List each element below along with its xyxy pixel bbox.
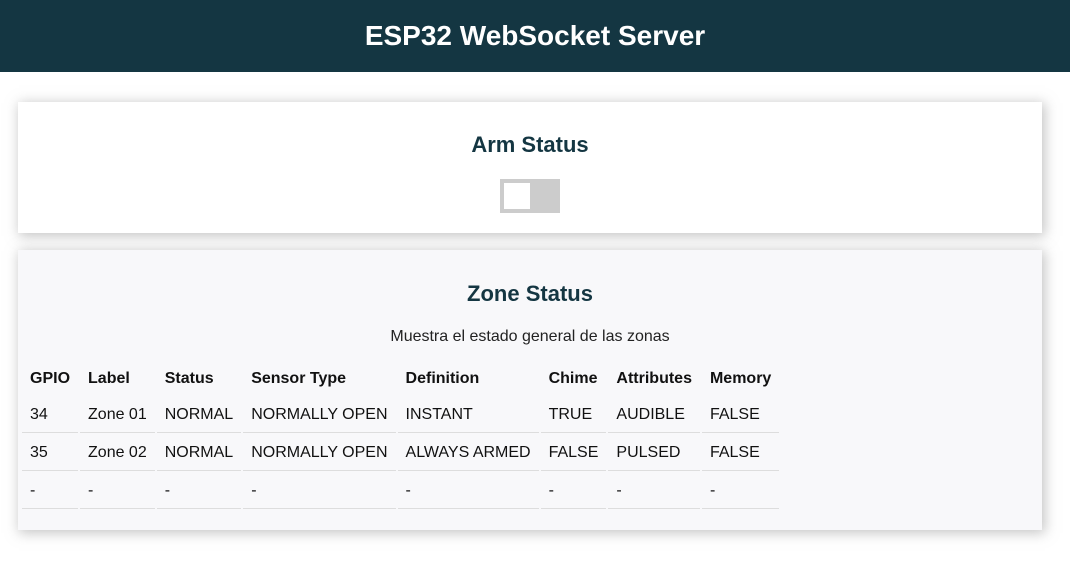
column-header: GPIO xyxy=(30,369,71,387)
table-cell: - xyxy=(156,473,242,509)
toggle-knob xyxy=(504,183,530,209)
column-header: Definition xyxy=(405,369,480,387)
table-cell: NORMAL xyxy=(156,435,242,471)
table-cell: NORMALLY OPEN xyxy=(243,435,396,471)
column-header: Status xyxy=(164,369,214,387)
table-cell: - xyxy=(701,473,780,509)
column-header: Attributes xyxy=(616,369,692,387)
page-title: ESP32 WebSocket Server xyxy=(364,20,706,51)
table-cell: - xyxy=(608,473,700,509)
arm-status-title: Arm Status xyxy=(471,132,589,157)
zone-table: GPIO Label Status Sensor Type Definition… xyxy=(20,360,781,511)
table-cell: NORMAL xyxy=(156,397,242,433)
table-cell: 35 xyxy=(22,435,79,471)
table-cell: - xyxy=(80,473,155,509)
table-cell: AUDIBLE xyxy=(608,397,700,433)
table-cell: Zone 01 xyxy=(80,397,155,433)
table-cell: TRUE xyxy=(540,397,607,433)
column-header: Label xyxy=(88,369,130,387)
zone-status-subtitle: Muestra el estado general de las zonas xyxy=(390,328,670,345)
table-cell: Zone 02 xyxy=(80,435,155,471)
table-cell: FALSE xyxy=(540,435,607,471)
table-cell: INSTANT xyxy=(397,397,539,433)
table-header-row: GPIO Label Status Sensor Type Definition… xyxy=(22,362,779,395)
arm-toggle-switch[interactable] xyxy=(500,179,560,213)
zone-status-card: Zone Status Muestra el estado general de… xyxy=(18,250,1042,530)
zone-status-title: Zone Status xyxy=(467,281,593,306)
table-cell: FALSE xyxy=(701,435,780,471)
table-cell: PULSED xyxy=(608,435,700,471)
table-cell: - xyxy=(243,473,396,509)
table-cell: NORMALLY OPEN xyxy=(243,397,396,433)
table-cell: ALWAYS ARMED xyxy=(397,435,539,471)
table-row: - - - - - - - - xyxy=(22,473,780,509)
table-row: 34 Zone 01 NORMAL NORMALLY OPEN INSTANT … xyxy=(22,397,780,433)
column-header: Chime xyxy=(548,369,598,387)
top-nav: ESP32 WebSocket Server xyxy=(0,0,1070,72)
table-cell: FALSE xyxy=(701,397,780,433)
table-cell: 34 xyxy=(22,397,79,433)
table-cell: - xyxy=(540,473,607,509)
table-cell: - xyxy=(397,473,539,509)
table-cell: - xyxy=(22,473,79,509)
table-row: 35 Zone 02 NORMAL NORMALLY OPEN ALWAYS A… xyxy=(22,435,780,471)
column-header: Memory xyxy=(709,369,772,387)
arm-status-card: Arm Status xyxy=(18,102,1042,233)
column-header: Sensor Type xyxy=(251,369,347,387)
